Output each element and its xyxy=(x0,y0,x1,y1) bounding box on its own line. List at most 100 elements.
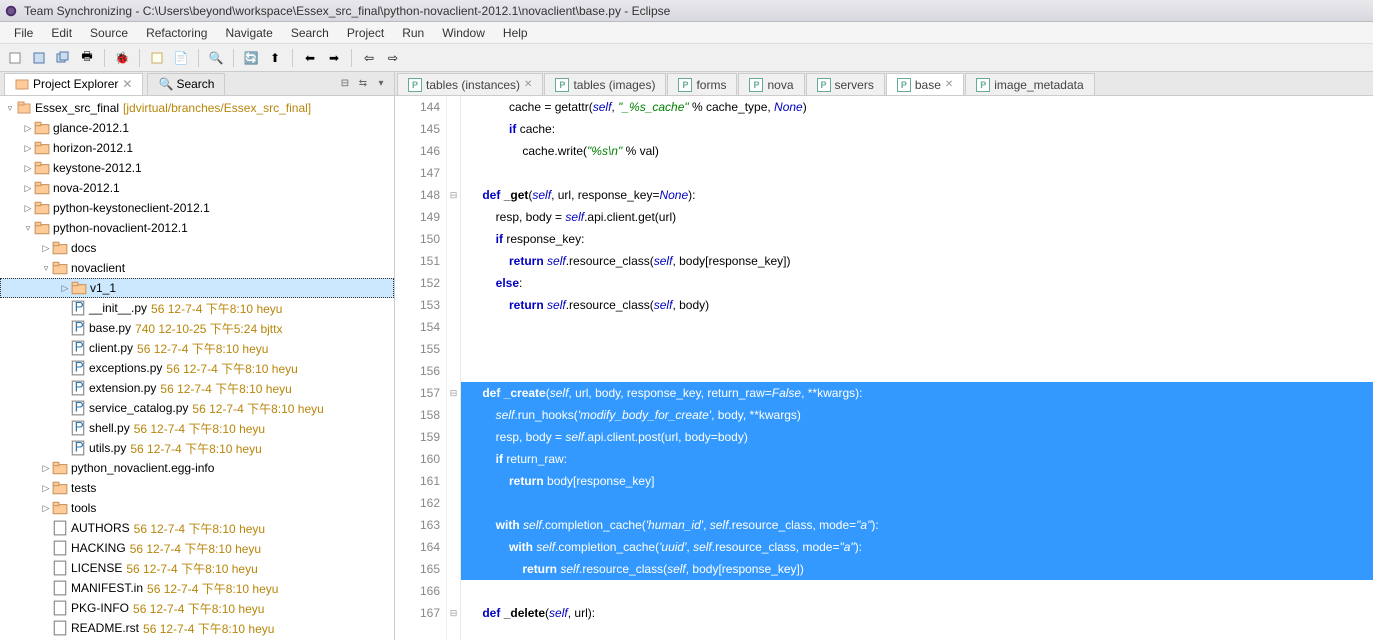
tree-item[interactable]: ▷horizon-2012.1 xyxy=(0,138,394,158)
tree-item[interactable]: Pshell.py56 12-7-4 下午8:10 heyu xyxy=(0,418,394,438)
tree-item[interactable]: ▿ novaclient xyxy=(0,258,394,278)
editor-tab[interactable]: Ptables (instances)✕ xyxy=(397,73,543,95)
tree-label: base.py xyxy=(89,321,131,335)
tree-item[interactable]: LICENSE56 12-7-4 下午8:10 heyu xyxy=(0,558,394,578)
print-button[interactable]: 🖶 xyxy=(76,47,98,69)
twisty-icon[interactable]: ▿ xyxy=(40,263,52,274)
tree-meta: 56 12-7-4 下午8:10 heyu xyxy=(134,520,265,537)
tree-item[interactable]: Pservice_catalog.py56 12-7-4 下午8:10 heyu xyxy=(0,398,394,418)
menu-project[interactable]: Project xyxy=(339,24,392,42)
twisty-icon[interactable]: ▷ xyxy=(22,203,34,214)
folding-gutter[interactable]: ⊟⊟⊟ xyxy=(447,96,461,640)
tree-label: novaclient xyxy=(71,261,125,275)
menu-search[interactable]: Search xyxy=(283,24,337,42)
code-area[interactable]: 1441451461471481491501511521531541551561… xyxy=(395,96,1373,640)
menu-source[interactable]: Source xyxy=(82,24,136,42)
tree-item[interactable]: Pexceptions.py56 12-7-4 下午8:10 heyu xyxy=(0,358,394,378)
link-editor-icon[interactable]: ⇆ xyxy=(356,77,370,91)
tree-item[interactable]: ▷python_novaclient.egg-info xyxy=(0,458,394,478)
close-icon[interactable]: ✕ xyxy=(945,79,953,90)
tree-item[interactable]: ▷tools xyxy=(0,498,394,518)
tree-item[interactable]: HACKING56 12-7-4 下午8:10 heyu xyxy=(0,538,394,558)
twisty-icon[interactable]: ▷ xyxy=(22,123,34,134)
view-menu-icon[interactable]: ▾ xyxy=(374,77,388,91)
tree-item[interactable]: ▷v1_1 xyxy=(0,278,394,298)
tree-meta: 56 12-7-4 下午8:10 heyu xyxy=(151,300,282,317)
tree-item[interactable]: ▷nova-2012.1 xyxy=(0,178,394,198)
tree-root[interactable]: ▿ Essex_src_final [jdvirtual/branches/Es… xyxy=(0,98,394,118)
menu-refactoring[interactable]: Refactoring xyxy=(138,24,215,42)
tree-item[interactable]: Pbase.py740 12-10-25 下午5:24 bjttx xyxy=(0,318,394,338)
save-all-button[interactable] xyxy=(52,47,74,69)
twisty-icon[interactable]: ▷ xyxy=(22,143,34,154)
tree-meta: 56 12-7-4 下午8:10 heyu xyxy=(126,560,257,577)
tree-label: glance-2012.1 xyxy=(53,121,129,135)
new-wizard-button[interactable] xyxy=(146,47,168,69)
tree-item[interactable]: ▷docs xyxy=(0,238,394,258)
close-icon[interactable]: ✕ xyxy=(122,77,132,91)
editor-tab[interactable]: Ptables (images) xyxy=(544,73,666,95)
menu-file[interactable]: File xyxy=(6,24,41,42)
tree-item[interactable]: Putils.py56 12-7-4 下午8:10 heyu xyxy=(0,438,394,458)
py-icon: P xyxy=(70,420,86,436)
search-button[interactable]: 🔍 xyxy=(205,47,227,69)
forward-button[interactable]: ⇨ xyxy=(382,47,404,69)
menu-help[interactable]: Help xyxy=(495,24,536,42)
close-icon[interactable]: ✕ xyxy=(524,79,532,90)
commit-button[interactable]: ⬆ xyxy=(264,47,286,69)
twisty-icon[interactable]: ▿ xyxy=(4,103,16,114)
twisty-icon[interactable]: ▷ xyxy=(40,503,52,514)
tab-project-explorer[interactable]: Project Explorer ✕ xyxy=(4,73,143,95)
editor-tab[interactable]: Pforms xyxy=(667,73,737,95)
tree-item[interactable]: ▿python-novaclient-2012.1 xyxy=(0,218,394,238)
menu-run[interactable]: Run xyxy=(394,24,432,42)
tree-item[interactable]: ▷python-keystoneclient-2012.1 xyxy=(0,198,394,218)
twisty-icon[interactable]: ▷ xyxy=(40,243,52,254)
debug-button[interactable]: 🐞 xyxy=(111,47,133,69)
menu-edit[interactable]: Edit xyxy=(43,24,80,42)
twisty-icon[interactable]: ▿ xyxy=(22,223,34,234)
collapse-all-icon[interactable]: ⊟ xyxy=(338,77,352,91)
tree-item[interactable]: ▷keystone-2012.1 xyxy=(0,158,394,178)
tree-meta: 56 12-7-4 下午8:10 heyu xyxy=(143,620,274,637)
project-tree[interactable]: ▿ Essex_src_final [jdvirtual/branches/Es… xyxy=(0,96,394,640)
project-icon xyxy=(16,100,32,116)
code-content[interactable]: cache = getattr(self, "_%s_cache" % cach… xyxy=(461,96,1373,640)
tree-item[interactable]: Pextension.py56 12-7-4 下午8:10 heyu xyxy=(0,378,394,398)
sync-button[interactable]: 🔄 xyxy=(240,47,262,69)
prev-annotation-button[interactable]: ⬅ xyxy=(299,47,321,69)
tree-item[interactable]: P__init__.py56 12-7-4 下午8:10 heyu xyxy=(0,298,394,318)
tab-label: servers xyxy=(835,78,874,92)
editor-tab[interactable]: Pimage_metadata xyxy=(965,73,1094,95)
folder-icon xyxy=(71,280,87,296)
tree-item[interactable]: README.rst56 12-7-4 下午8:10 heyu xyxy=(0,618,394,638)
tree-item[interactable]: PKG-INFO56 12-7-4 下午8:10 heyu xyxy=(0,598,394,618)
tree-item[interactable]: MANIFEST.in56 12-7-4 下午8:10 heyu xyxy=(0,578,394,598)
twisty-icon[interactable]: ▷ xyxy=(22,183,34,194)
tree-item[interactable]: ▷ glance-2012.1 xyxy=(0,118,394,138)
tab-label: Project Explorer xyxy=(33,77,118,91)
tree-label: PKG-INFO xyxy=(71,601,129,615)
open-type-button[interactable]: 📄 xyxy=(170,47,192,69)
file-icon xyxy=(52,620,68,636)
twisty-icon[interactable]: ▷ xyxy=(40,463,52,474)
twisty-icon[interactable]: ▷ xyxy=(59,283,71,294)
editor-tab[interactable]: Pservers xyxy=(806,73,885,95)
tab-search[interactable]: 🔍 Search xyxy=(147,73,225,95)
save-button[interactable] xyxy=(28,47,50,69)
menu-navigate[interactable]: Navigate xyxy=(217,24,280,42)
back-button[interactable]: ⇦ xyxy=(358,47,380,69)
tree-item[interactable]: AUTHORS56 12-7-4 下午8:10 heyu xyxy=(0,518,394,538)
folder-icon xyxy=(34,140,50,156)
folder-icon xyxy=(52,480,68,496)
twisty-icon[interactable]: ▷ xyxy=(22,163,34,174)
menu-window[interactable]: Window xyxy=(434,24,493,42)
editor-tab[interactable]: Pnova xyxy=(738,73,804,95)
tree-item[interactable]: Pclient.py56 12-7-4 下午8:10 heyu xyxy=(0,338,394,358)
new-button[interactable] xyxy=(4,47,26,69)
tree-item[interactable]: ▷tests xyxy=(0,478,394,498)
twisty-icon[interactable]: ▷ xyxy=(40,483,52,494)
next-annotation-button[interactable]: ➡ xyxy=(323,47,345,69)
py-icon: P xyxy=(70,360,86,376)
editor-tab[interactable]: Pbase✕ xyxy=(886,73,964,95)
